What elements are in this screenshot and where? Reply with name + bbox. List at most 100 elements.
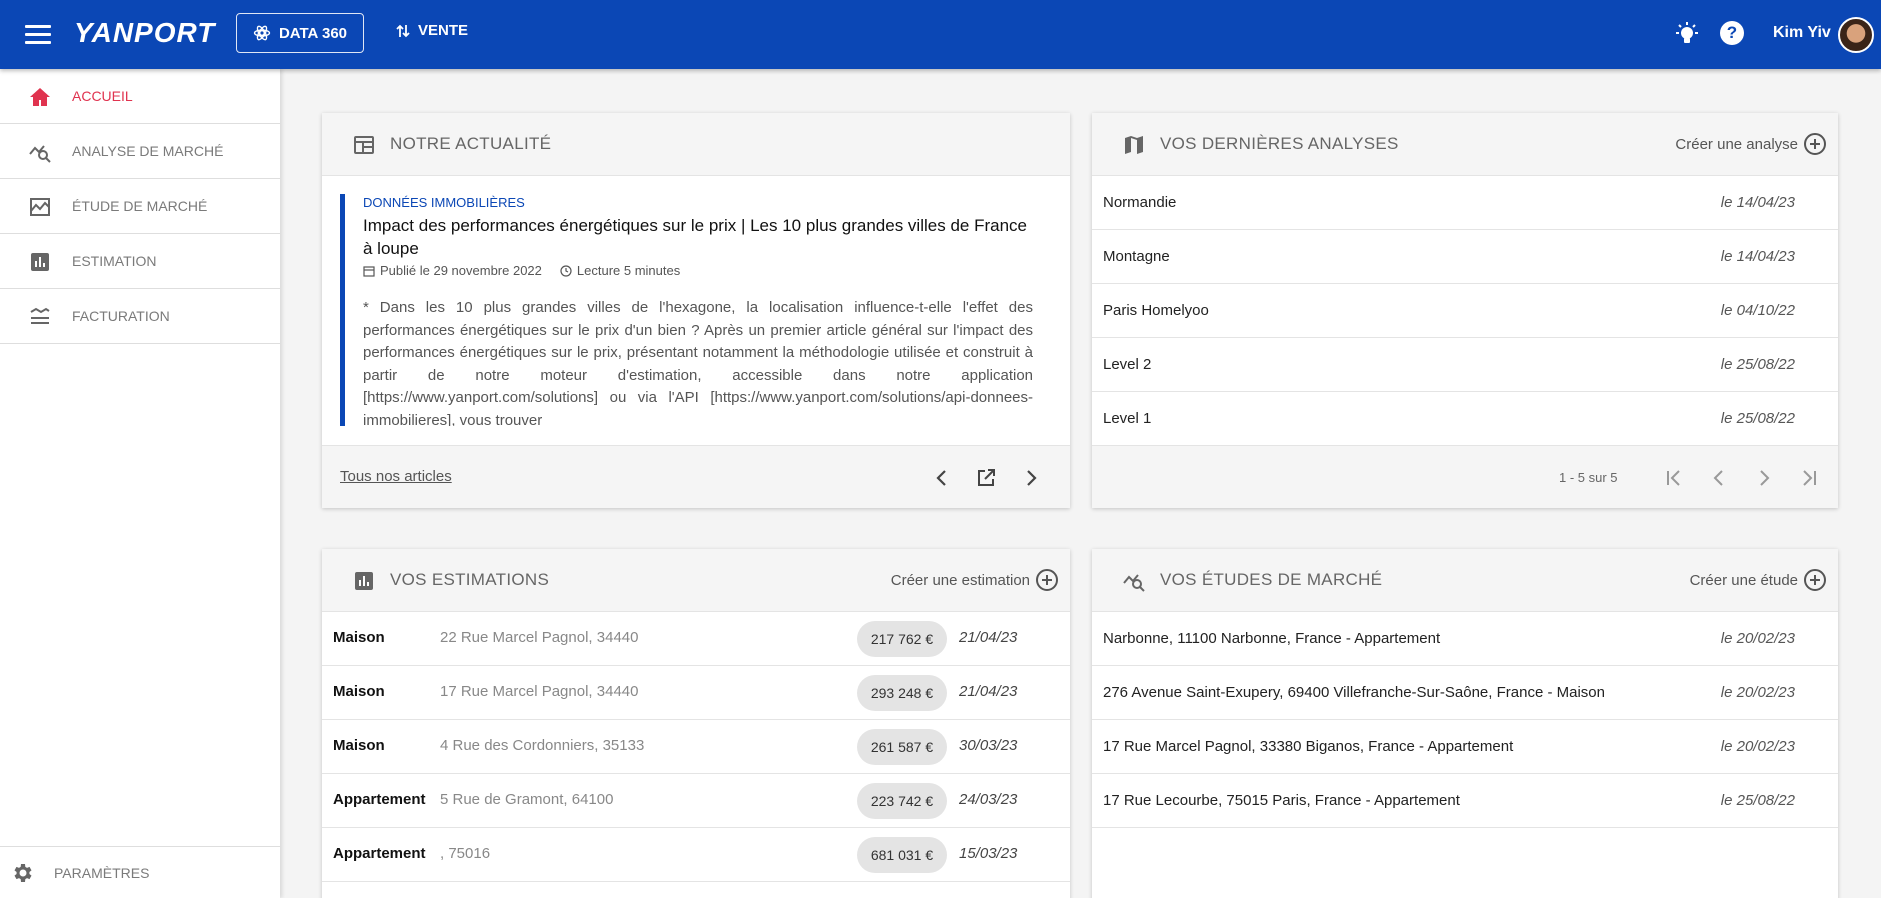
gear-icon <box>14 864 32 882</box>
previous-page-icon[interactable] <box>1707 466 1731 490</box>
clock-icon <box>560 264 572 277</box>
billing-icon <box>30 307 50 324</box>
create-study-button[interactable]: Créer une étude <box>1690 569 1826 591</box>
lightbulb-icon[interactable] <box>1672 20 1702 50</box>
home-icon <box>30 88 50 106</box>
sidebar-item-label: ACCUEIL <box>72 88 133 104</box>
analysis-name: Normandie <box>1103 194 1177 211</box>
study-date: le 20/02/23 <box>1720 738 1795 755</box>
estimation-type: Appartement <box>333 791 426 808</box>
estimation-date: 21/04/23 <box>959 629 1018 646</box>
user-name[interactable]: Kim Yiv <box>1773 24 1831 42</box>
estimation-price-badge: 293 248 € <box>857 675 947 711</box>
bar-chart-icon <box>31 253 49 271</box>
sidebar-item-label: ÉTUDE DE MARCHÉ <box>72 198 208 214</box>
sidebar: ACCUEIL ANALYSE DE MARCHÉ ÉTUDE DE MARCH… <box>0 69 280 898</box>
help-icon[interactable]: ? <box>1720 21 1744 45</box>
study-date: le 20/02/23 <box>1720 684 1795 701</box>
estimation-row[interactable]: Appartement , 75016 681 031 € 15/03/23 <box>322 828 1070 882</box>
analysis-row[interactable]: Normandie le 14/04/23 <box>1092 176 1838 230</box>
study-row[interactable]: 17 Rue Lecourbe, 75015 Paris, France - A… <box>1092 774 1838 828</box>
analysis-date: le 04/10/22 <box>1720 302 1795 319</box>
create-estimation-label: Créer une estimation <box>890 571 1030 589</box>
add-circle-icon <box>1036 569 1058 591</box>
vente-label: VENTE <box>418 22 469 39</box>
estimation-type: Maison <box>333 737 385 754</box>
sidebar-item-parametres[interactable]: PARAMÈTRES <box>0 846 280 898</box>
sidebar-item-accueil[interactable]: ACCUEIL <box>0 69 280 124</box>
estimation-date: 24/03/23 <box>959 791 1018 808</box>
estimation-row[interactable]: Maison 17 Rue Marcel Pagnol, 34440 293 2… <box>322 666 1070 720</box>
sidebar-item-estimation[interactable]: ESTIMATION <box>0 234 280 289</box>
create-study-label: Créer une étude <box>1689 571 1798 589</box>
study-row[interactable]: 17 Rue Marcel Pagnol, 33380 Biganos, Fra… <box>1092 720 1838 774</box>
news-footer: Tous nos articles <box>322 445 1070 508</box>
analysis-row[interactable]: Paris Homelyoo le 04/10/22 <box>1092 284 1838 338</box>
estimation-row[interactable]: Appartement 5 Rue de Gramont, 64100 223 … <box>322 774 1070 828</box>
data360-label: DATA 360 <box>278 24 348 42</box>
analyses-pagination: 1 - 5 sur 5 <box>1092 445 1838 508</box>
sidebar-item-analyse-de-marche[interactable]: ANALYSE DE MARCHÉ <box>0 124 280 179</box>
estimation-price-badge: 217 762 € <box>857 621 947 657</box>
estimation-address: 22 Rue Marcel Pagnol, 34440 <box>440 629 639 646</box>
calendar-icon <box>363 265 375 277</box>
study-name: Narbonne, 11100 Narbonne, France - Appar… <box>1103 630 1441 647</box>
estimation-type: Maison <box>333 683 385 700</box>
estimation-date: 30/03/23 <box>959 737 1018 754</box>
analysis-date: le 25/08/22 <box>1720 356 1795 373</box>
bar-chart-icon <box>355 572 373 590</box>
news-card-header: NOTRE ACTUALITÉ <box>322 113 1070 176</box>
sidebar-item-etude-de-marche[interactable]: ÉTUDE DE MARCHÉ <box>0 179 280 234</box>
estimation-row[interactable]: Maison 22 Rue Marcel Pagnol, 34440 217 7… <box>322 612 1070 666</box>
avatar[interactable] <box>1838 17 1874 53</box>
market-study-icon <box>30 198 50 216</box>
analysis-name: Level 1 <box>1103 410 1152 427</box>
estimation-price-badge: 223 742 € <box>857 783 947 819</box>
sidebar-item-facturation[interactable]: FACTURATION <box>0 289 280 344</box>
analysis-row[interactable]: Level 2 le 25/08/22 <box>1092 338 1838 392</box>
studies-card: VOS ÉTUDES DE MARCHÉ Créer une étude Nar… <box>1092 549 1838 898</box>
estimation-address: , 75016 <box>440 845 491 862</box>
last-page-icon[interactable] <box>1797 466 1821 490</box>
sidebar-item-label: FACTURATION <box>72 308 170 324</box>
market-analysis-icon <box>29 145 51 163</box>
study-row[interactable]: 276 Avenue Saint-Exupery, 69400 Villefra… <box>1092 666 1838 720</box>
menu-icon[interactable] <box>25 22 51 46</box>
swap-icon <box>396 24 410 37</box>
estimation-date: 15/03/23 <box>959 845 1018 862</box>
news-reading-time: Lecture 5 minutes <box>576 263 681 278</box>
open-external-icon[interactable] <box>974 466 998 490</box>
sidebar-item-label: ESTIMATION <box>72 253 157 269</box>
network-icon <box>253 25 271 41</box>
estimation-row[interactable]: Maison 4 Rue des Cordonniers, 35133 261 … <box>322 720 1070 774</box>
estimations-card: VOS ESTIMATIONS Créer une estimation Mai… <box>322 549 1070 898</box>
logo[interactable]: YANPORT <box>74 17 215 49</box>
analyses-card: VOS DERNIÈRES ANALYSES Créer une analyse… <box>1092 113 1838 508</box>
news-meta: Publié le 29 novembre 2022 Lecture 5 min… <box>363 263 1050 278</box>
estimation-address: 4 Rue des Cordonniers, 35133 <box>440 737 645 754</box>
study-date: le 25/08/22 <box>1720 792 1795 809</box>
create-analysis-label: Créer une analyse <box>1675 135 1798 153</box>
chevron-right-icon[interactable] <box>1019 466 1043 490</box>
next-page-icon[interactable] <box>1752 466 1776 490</box>
vente-button[interactable]: VENTE <box>396 22 468 39</box>
data360-button[interactable]: DATA 360 <box>236 13 364 53</box>
create-analysis-button[interactable]: Créer une analyse <box>1675 133 1826 155</box>
studies-card-header: VOS ÉTUDES DE MARCHÉ Créer une étude <box>1092 549 1838 612</box>
estimation-address: 5 Rue de Gramont, 64100 <box>440 791 614 808</box>
chevron-left-icon[interactable] <box>930 466 954 490</box>
analysis-row[interactable]: Montagne le 14/04/23 <box>1092 230 1838 284</box>
study-date: le 20/02/23 <box>1720 630 1795 647</box>
study-row[interactable]: Narbonne, 11100 Narbonne, France - Appar… <box>1092 612 1838 666</box>
news-excerpt: * Dans les 10 plus grandes villes de l'h… <box>363 299 1033 426</box>
first-page-icon[interactable] <box>1662 466 1686 490</box>
analysis-row[interactable]: Level 1 le 25/08/22 <box>1092 392 1838 446</box>
estimations-card-title: VOS ESTIMATIONS <box>390 570 550 589</box>
news-headline[interactable]: Impact des performances énergétiques sur… <box>363 214 1033 260</box>
create-estimation-button[interactable]: Créer une estimation <box>891 569 1058 591</box>
news-article[interactable]: DONNÉES IMMOBILIÈRES Impact des performa… <box>340 194 1050 426</box>
map-icon <box>1125 136 1143 154</box>
all-articles-link[interactable]: Tous nos articles <box>340 468 452 485</box>
estimation-price-badge: 681 031 € <box>857 837 947 873</box>
estimation-date: 21/04/23 <box>959 683 1018 700</box>
